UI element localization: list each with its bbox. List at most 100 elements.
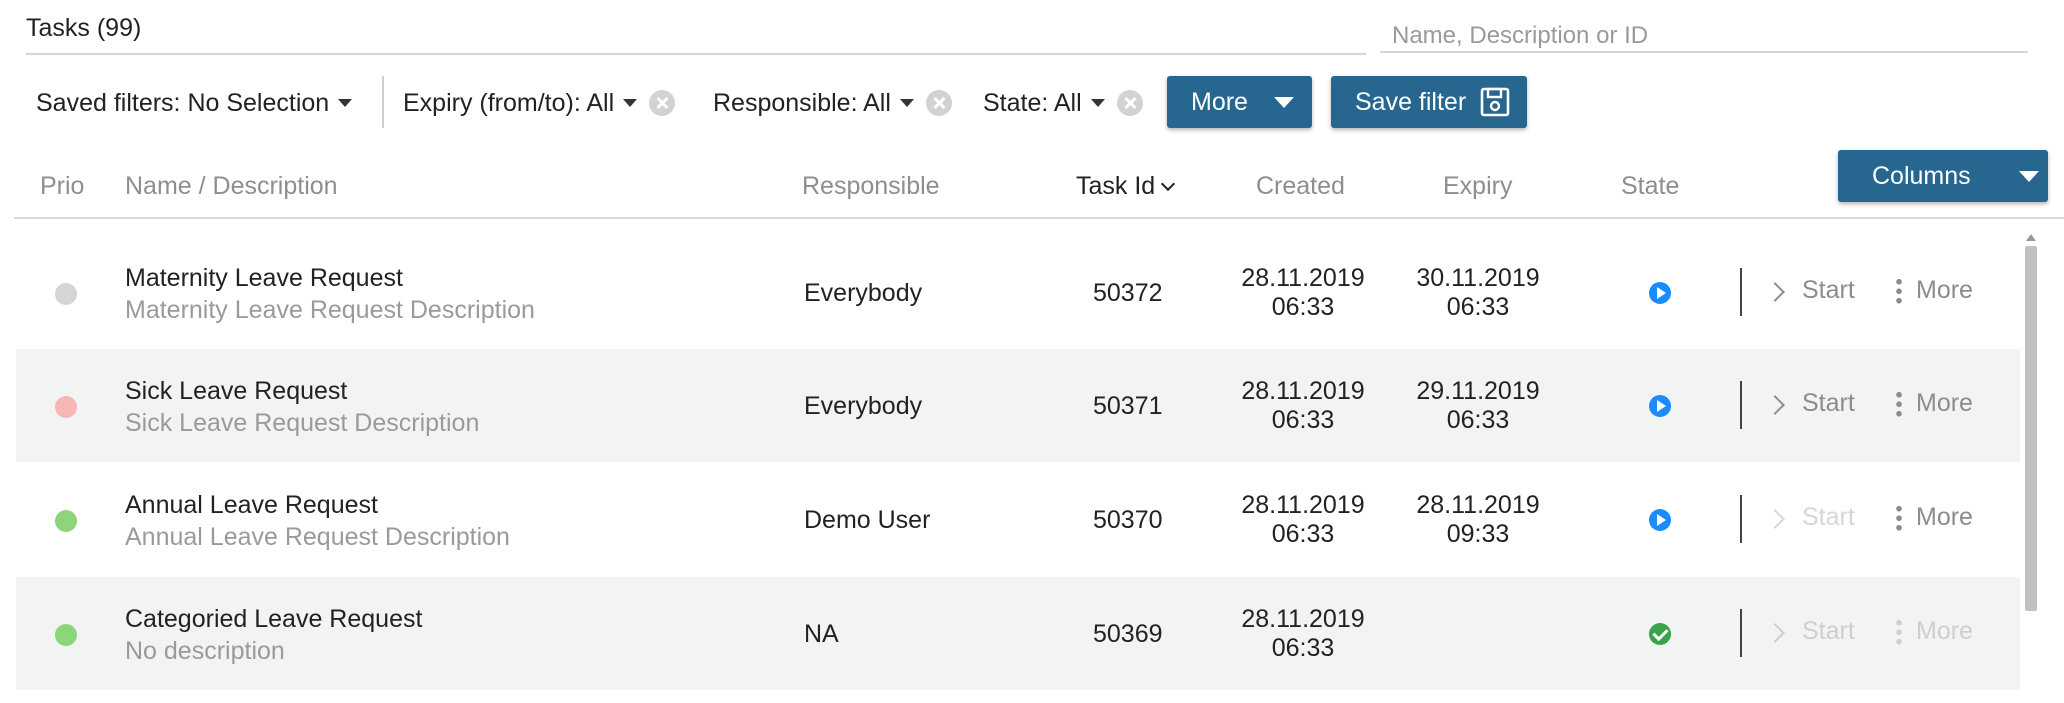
kebab-menu-icon xyxy=(1896,389,1902,418)
task-responsible: Everybody xyxy=(804,279,923,307)
row-more-button[interactable]: More xyxy=(1896,276,1973,305)
task-created: 28.11.2019 06:33 xyxy=(1223,377,1383,435)
caret-down-icon xyxy=(899,99,914,107)
expiry-time: 09:33 xyxy=(1446,520,1510,548)
table-header-divider xyxy=(14,217,2064,219)
saved-filters-label: Saved filters: No Selection xyxy=(36,88,330,117)
expiry-date: 29.11.2019 xyxy=(1416,377,1540,405)
more-label: More xyxy=(1916,276,1973,304)
start-label: Start xyxy=(1802,617,1855,645)
task-id: 50369 xyxy=(1093,620,1163,648)
more-filters-label: More xyxy=(1191,87,1248,116)
clear-expiry-filter-icon[interactable] xyxy=(649,90,676,116)
created-date: 28.11.2019 xyxy=(1241,377,1365,405)
created-time: 06:33 xyxy=(1271,634,1335,662)
columns-button-label: Columns xyxy=(1872,161,1971,190)
priority-dot xyxy=(55,624,77,646)
task-description: Annual Leave Request Description xyxy=(125,523,510,551)
floppy-disk-icon xyxy=(1480,87,1510,117)
actions-divider xyxy=(1740,609,1742,657)
column-header-state[interactable]: State xyxy=(1621,172,1679,201)
expiry-filter-label: Expiry (from/to): All xyxy=(403,88,615,117)
kebab-menu-icon xyxy=(1896,617,1902,646)
created-time: 06:33 xyxy=(1271,293,1335,321)
column-header-prio[interactable]: Prio xyxy=(40,172,84,201)
state-filter[interactable]: State: All xyxy=(983,86,1143,120)
task-responsible: Demo User xyxy=(804,506,931,534)
saved-filters-dropdown[interactable]: Saved filters: No Selection xyxy=(36,86,353,120)
actions-divider xyxy=(1740,381,1742,429)
column-header-responsible[interactable]: Responsible xyxy=(802,172,940,201)
responsible-filter[interactable]: Responsible: All xyxy=(713,86,952,120)
created-time: 06:33 xyxy=(1271,520,1335,548)
play-circle-icon xyxy=(1649,395,1671,417)
start-label: Start xyxy=(1802,389,1855,417)
caret-down-icon xyxy=(623,99,638,107)
scroll-up-arrow-icon[interactable] xyxy=(2026,234,2036,241)
chevron-right-icon xyxy=(1765,281,1785,302)
task-expiry: 30.11.2019 06:33 xyxy=(1398,264,1558,322)
column-header-created[interactable]: Created xyxy=(1256,172,1345,201)
more-label: More xyxy=(1916,503,1973,531)
actions-divider xyxy=(1740,268,1742,316)
caret-down-icon xyxy=(2018,170,2039,182)
row-more-button[interactable]: More xyxy=(1896,617,1973,646)
start-label: Start xyxy=(1802,503,1855,531)
save-filter-label: Save filter xyxy=(1355,87,1467,116)
task-id: 50371 xyxy=(1093,392,1163,420)
start-button[interactable]: Start xyxy=(1765,389,1855,418)
table-row[interactable]: Maternity Leave Request Maternity Leave … xyxy=(16,236,2020,349)
task-expiry: 29.11.2019 06:33 xyxy=(1398,377,1558,435)
priority-dot xyxy=(55,396,77,418)
task-description: Sick Leave Request Description xyxy=(125,409,480,437)
more-filters-button[interactable]: More xyxy=(1167,76,1312,128)
caret-down-icon xyxy=(1273,96,1294,108)
task-name: Annual Leave Request xyxy=(125,491,378,519)
start-label: Start xyxy=(1802,276,1855,304)
table-row[interactable]: Sick Leave Request Sick Leave Request De… xyxy=(16,349,2020,462)
chevron-right-icon xyxy=(1765,622,1785,643)
table-row[interactable]: Annual Leave Request Annual Leave Reques… xyxy=(16,463,2020,576)
kebab-menu-icon xyxy=(1896,503,1902,532)
caret-down-icon xyxy=(1090,99,1105,107)
task-name: Maternity Leave Request xyxy=(125,264,403,292)
start-button[interactable]: Start xyxy=(1765,276,1855,305)
created-date: 28.11.2019 xyxy=(1241,605,1365,633)
table-row[interactable]: Categoried Leave Request No description … xyxy=(16,577,2020,690)
priority-dot xyxy=(55,510,77,532)
row-more-button[interactable]: More xyxy=(1896,503,1973,532)
clear-responsible-filter-icon[interactable] xyxy=(925,90,952,116)
columns-button[interactable]: Columns xyxy=(1838,150,2048,202)
responsible-filter-label: Responsible: All xyxy=(713,88,891,117)
scrollbar-thumb[interactable] xyxy=(2025,246,2037,611)
actions-divider xyxy=(1740,495,1742,543)
caret-down-icon xyxy=(338,99,353,107)
expiry-time: 06:33 xyxy=(1446,293,1510,321)
check-circle-icon xyxy=(1649,623,1671,645)
column-header-expiry[interactable]: Expiry xyxy=(1443,172,1512,201)
expiry-filter[interactable]: Expiry (from/to): All xyxy=(403,86,676,120)
column-header-name[interactable]: Name / Description xyxy=(125,172,338,201)
created-date: 28.11.2019 xyxy=(1241,491,1365,519)
page-title: Tasks (99) xyxy=(26,14,142,42)
task-created: 28.11.2019 06:33 xyxy=(1223,605,1383,663)
task-created: 28.11.2019 06:33 xyxy=(1223,491,1383,549)
clear-state-filter-icon[interactable] xyxy=(1116,90,1143,116)
more-label: More xyxy=(1916,617,1973,645)
task-id: 50370 xyxy=(1093,506,1163,534)
task-name: Sick Leave Request xyxy=(125,377,348,405)
kebab-menu-icon xyxy=(1896,276,1902,305)
filter-divider xyxy=(382,76,384,128)
start-button[interactable]: Start xyxy=(1765,617,1855,646)
row-more-button[interactable]: More xyxy=(1896,389,1973,418)
start-button[interactable]: Start xyxy=(1765,503,1855,532)
search-input[interactable] xyxy=(1380,0,2028,53)
save-filter-button[interactable]: Save filter xyxy=(1331,76,1527,128)
column-header-task-id[interactable]: Task Id xyxy=(1076,172,1176,201)
play-circle-icon xyxy=(1649,509,1671,531)
priority-dot xyxy=(55,283,77,305)
task-created: 28.11.2019 06:33 xyxy=(1223,264,1383,322)
more-label: More xyxy=(1916,389,1973,417)
chevron-right-icon xyxy=(1765,394,1785,415)
sort-descending-icon xyxy=(1161,176,1176,191)
